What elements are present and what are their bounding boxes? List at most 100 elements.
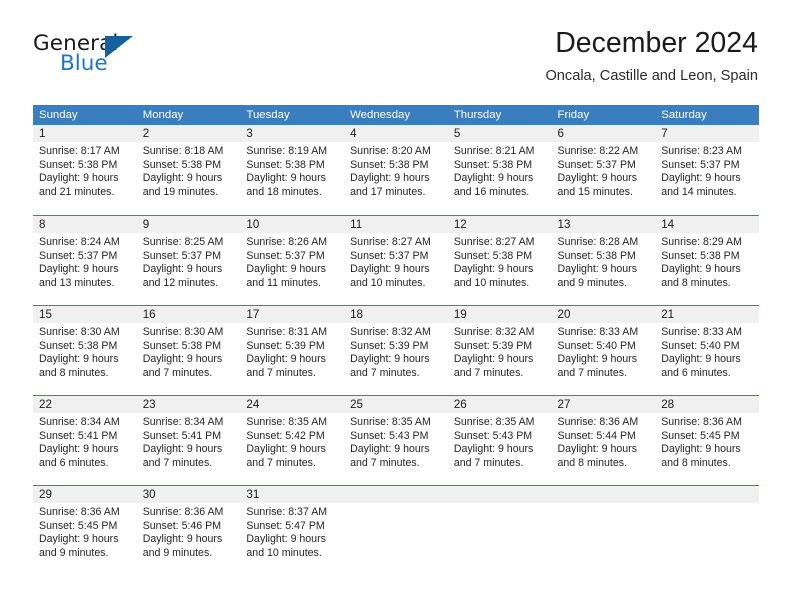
daylight-text-line2: and 8 minutes.	[39, 366, 109, 379]
day-info: Sunrise: 8:33 AM Sunset: 5:40 PM Dayligh…	[655, 323, 759, 380]
day-cell[interactable]: 18 Sunrise: 8:32 AM Sunset: 5:39 PM Dayl…	[344, 306, 448, 394]
day-cell[interactable]: 4 Sunrise: 8:20 AM Sunset: 5:38 PM Dayli…	[344, 125, 448, 213]
day-cell[interactable]: 15 Sunrise: 8:30 AM Sunset: 5:38 PM Dayl…	[33, 306, 137, 394]
sunrise-text: Sunrise: 8:36 AM	[142, 506, 224, 518]
daylight-text-line1: Daylight: 9 hours	[661, 172, 741, 184]
day-cell[interactable]: 24 Sunrise: 8:35 AM Sunset: 5:42 PM Dayl…	[240, 396, 345, 484]
daylight-text-line1: Daylight: 9 hours	[246, 353, 326, 365]
day-cell[interactable]: 2 Sunrise: 8:18 AM Sunset: 5:38 PM Dayli…	[136, 125, 241, 213]
sunrise-text: Sunrise: 8:22 AM	[557, 145, 639, 157]
daylight-text-line2: and 7 minutes.	[142, 366, 213, 379]
daylight-text-line2: and 6 minutes.	[39, 456, 109, 469]
sunrise-text: Sunrise: 8:35 AM	[453, 416, 535, 428]
daylight-text-line2: and 9 minutes.	[557, 276, 628, 289]
day-cell[interactable]: 11 Sunrise: 8:27 AM Sunset: 5:37 PM Dayl…	[344, 216, 448, 304]
day-cell[interactable]: 1 Sunrise: 8:17 AM Sunset: 5:38 PM Dayli…	[33, 125, 137, 213]
week-row: 15 Sunrise: 8:30 AM Sunset: 5:38 PM Dayl…	[33, 305, 759, 395]
sunset-text: Sunset: 5:41 PM	[142, 429, 222, 442]
sunrise-text: Sunrise: 8:34 AM	[39, 416, 120, 428]
day-info: Sunrise: 8:25 AM Sunset: 5:37 PM Dayligh…	[137, 233, 241, 290]
day-number: 12	[447, 216, 552, 233]
day-number: 5	[447, 125, 552, 142]
day-info: Sunrise: 8:35 AM Sunset: 5:43 PM Dayligh…	[448, 413, 552, 470]
sunset-text: Sunset: 5:39 PM	[350, 339, 429, 352]
day-number: 24	[240, 396, 345, 413]
daylight-text-line1: Daylight: 9 hours	[661, 443, 741, 455]
day-info: Sunrise: 8:31 AM Sunset: 5:39 PM Dayligh…	[240, 323, 344, 380]
day-cell[interactable]: 25 Sunrise: 8:35 AM Sunset: 5:43 PM Dayl…	[344, 396, 448, 484]
day-cell[interactable]: 10 Sunrise: 8:26 AM Sunset: 5:37 PM Dayl…	[240, 216, 345, 304]
daylight-text-line2: and 18 minutes.	[246, 185, 322, 198]
day-info	[655, 503, 759, 506]
daylight-text-line1: Daylight: 9 hours	[453, 353, 534, 365]
sunrise-text: Sunrise: 8:28 AM	[557, 236, 639, 248]
day-cell[interactable]: 6 Sunrise: 8:22 AM Sunset: 5:37 PM Dayli…	[551, 125, 656, 213]
daylight-text-line1: Daylight: 9 hours	[142, 533, 223, 545]
day-number: 30	[136, 486, 241, 503]
page-title: December 2024	[555, 27, 758, 59]
day-info: Sunrise: 8:33 AM Sunset: 5:40 PM Dayligh…	[552, 323, 656, 380]
sunset-text: Sunset: 5:37 PM	[350, 249, 429, 262]
sunrise-text: Sunrise: 8:20 AM	[350, 145, 431, 157]
day-cell[interactable]: 8 Sunrise: 8:24 AM Sunset: 5:37 PM Dayli…	[33, 216, 137, 304]
daylight-text-line1: Daylight: 9 hours	[661, 263, 741, 275]
sunset-text: Sunset: 5:38 PM	[557, 249, 636, 262]
sunrise-text: Sunrise: 8:24 AM	[39, 236, 120, 248]
daylight-text-line1: Daylight: 9 hours	[453, 263, 534, 275]
sunset-text: Sunset: 5:38 PM	[350, 158, 429, 171]
weekday-header-sunday: Sunday	[39, 109, 78, 121]
day-cell[interactable]: 21 Sunrise: 8:33 AM Sunset: 5:40 PM Dayl…	[655, 306, 759, 394]
general-blue-logo[interactable]: General Blue	[33, 33, 223, 85]
day-cell[interactable]: 27 Sunrise: 8:36 AM Sunset: 5:44 PM Dayl…	[551, 396, 656, 484]
day-cell-empty	[344, 486, 448, 574]
day-cell[interactable]: 20 Sunrise: 8:33 AM Sunset: 5:40 PM Dayl…	[551, 306, 656, 394]
day-cell[interactable]: 17 Sunrise: 8:31 AM Sunset: 5:39 PM Dayl…	[240, 306, 345, 394]
sunset-text: Sunset: 5:37 PM	[557, 158, 636, 171]
day-cell[interactable]: 13 Sunrise: 8:28 AM Sunset: 5:38 PM Dayl…	[551, 216, 656, 304]
sunset-text: Sunset: 5:39 PM	[453, 339, 533, 352]
daylight-text-line1: Daylight: 9 hours	[557, 353, 638, 365]
day-cell[interactable]: 31 Sunrise: 8:37 AM Sunset: 5:47 PM Dayl…	[240, 486, 345, 574]
day-cell[interactable]: 5 Sunrise: 8:21 AM Sunset: 5:38 PM Dayli…	[447, 125, 552, 213]
day-cell[interactable]: 3 Sunrise: 8:19 AM Sunset: 5:38 PM Dayli…	[240, 125, 345, 213]
day-cell[interactable]: 12 Sunrise: 8:27 AM Sunset: 5:38 PM Dayl…	[447, 216, 552, 304]
day-cell[interactable]: 9 Sunrise: 8:25 AM Sunset: 5:37 PM Dayli…	[136, 216, 241, 304]
day-cell[interactable]: 23 Sunrise: 8:34 AM Sunset: 5:41 PM Dayl…	[136, 396, 241, 484]
daylight-text-line1: Daylight: 9 hours	[557, 263, 638, 275]
sunset-text: Sunset: 5:38 PM	[246, 158, 325, 171]
day-number: 10	[240, 216, 345, 233]
daylight-text-line1: Daylight: 9 hours	[246, 533, 326, 545]
day-cell[interactable]: 16 Sunrise: 8:30 AM Sunset: 5:38 PM Dayl…	[136, 306, 241, 394]
daylight-text-line2: and 10 minutes.	[453, 276, 530, 289]
week-row: 29 Sunrise: 8:36 AM Sunset: 5:45 PM Dayl…	[33, 485, 759, 575]
daylight-text-line2: and 16 minutes.	[453, 185, 530, 198]
day-cell[interactable]: 29 Sunrise: 8:36 AM Sunset: 5:45 PM Dayl…	[33, 486, 137, 574]
day-cell[interactable]: 22 Sunrise: 8:34 AM Sunset: 5:41 PM Dayl…	[33, 396, 137, 484]
day-info: Sunrise: 8:36 AM Sunset: 5:45 PM Dayligh…	[33, 503, 137, 560]
sunset-text: Sunset: 5:37 PM	[142, 249, 222, 262]
day-number: 26	[447, 396, 552, 413]
day-number	[344, 486, 448, 503]
day-cell[interactable]: 28 Sunrise: 8:36 AM Sunset: 5:45 PM Dayl…	[655, 396, 759, 484]
daylight-text-line2: and 8 minutes.	[661, 456, 731, 469]
day-cell[interactable]: 7 Sunrise: 8:23 AM Sunset: 5:37 PM Dayli…	[655, 125, 759, 213]
sunset-text: Sunset: 5:37 PM	[39, 249, 118, 262]
day-cell[interactable]: 30 Sunrise: 8:36 AM Sunset: 5:46 PM Dayl…	[136, 486, 241, 574]
day-info	[448, 503, 552, 506]
day-cell[interactable]: 26 Sunrise: 8:35 AM Sunset: 5:43 PM Dayl…	[447, 396, 552, 484]
day-cell-empty	[551, 486, 656, 574]
day-info: Sunrise: 8:22 AM Sunset: 5:37 PM Dayligh…	[552, 142, 656, 199]
day-cell[interactable]: 14 Sunrise: 8:29 AM Sunset: 5:38 PM Dayl…	[655, 216, 759, 304]
day-info: Sunrise: 8:35 AM Sunset: 5:42 PM Dayligh…	[240, 413, 344, 470]
day-cell[interactable]: 19 Sunrise: 8:32 AM Sunset: 5:39 PM Dayl…	[447, 306, 552, 394]
weekday-header-tuesday: Tuesday	[246, 109, 290, 121]
daylight-text-line1: Daylight: 9 hours	[453, 172, 534, 184]
daylight-text-line2: and 9 minutes.	[39, 546, 109, 559]
daylight-text-line1: Daylight: 9 hours	[246, 172, 326, 184]
daylight-text-line2: and 7 minutes.	[453, 456, 524, 469]
day-info: Sunrise: 8:19 AM Sunset: 5:38 PM Dayligh…	[240, 142, 344, 199]
day-info: Sunrise: 8:32 AM Sunset: 5:39 PM Dayligh…	[448, 323, 552, 380]
day-info: Sunrise: 8:26 AM Sunset: 5:37 PM Dayligh…	[240, 233, 344, 290]
day-info: Sunrise: 8:30 AM Sunset: 5:38 PM Dayligh…	[137, 323, 241, 380]
daylight-text-line2: and 7 minutes.	[557, 366, 628, 379]
